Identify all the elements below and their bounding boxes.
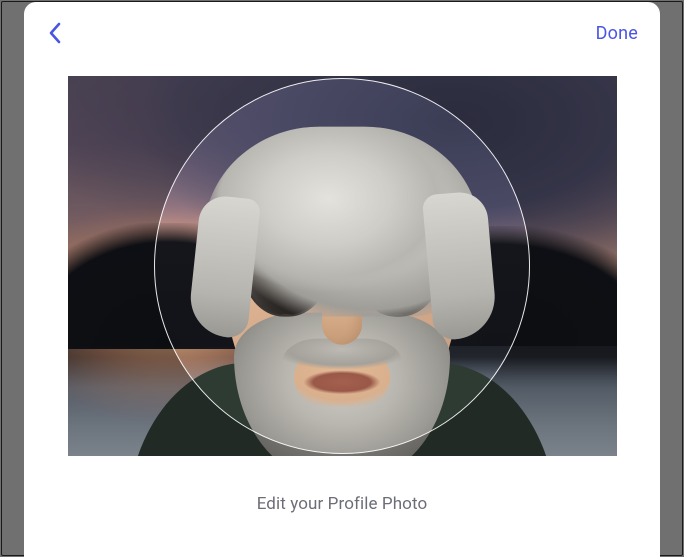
back-button[interactable]	[38, 16, 72, 50]
profile-photo-subject	[142, 103, 542, 456]
subject-hair	[204, 127, 480, 317]
chevron-left-icon	[48, 22, 62, 44]
photo-crop-area[interactable]	[68, 76, 617, 456]
edit-photo-modal: Done	[24, 2, 660, 557]
done-button[interactable]: Done	[596, 23, 638, 44]
caption-text: Edit your Profile Photo	[24, 494, 660, 514]
modal-header: Done	[24, 2, 660, 64]
device-frame: Done	[1, 1, 683, 556]
